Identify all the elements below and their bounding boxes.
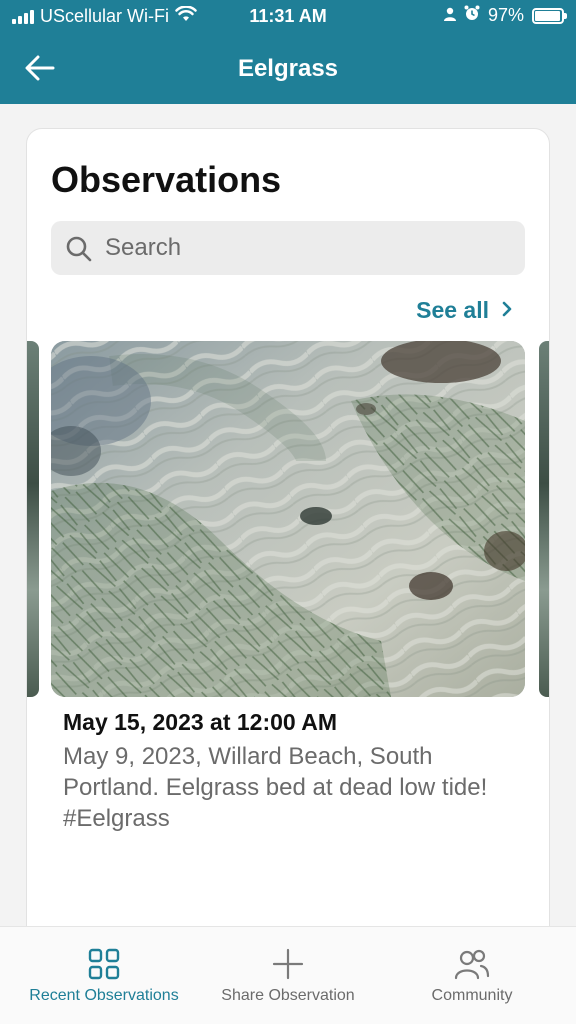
status-bar: UScellular Wi-Fi 11:31 AM 97% bbox=[0, 0, 576, 34]
battery-icon bbox=[532, 7, 567, 24]
battery-fill bbox=[535, 10, 561, 21]
tab-recent-observations[interactable]: Recent Observations bbox=[0, 927, 208, 1024]
observation-photo[interactable] bbox=[51, 341, 525, 697]
tab-share-observation[interactable]: Share Observation bbox=[188, 927, 388, 1024]
person-icon bbox=[443, 5, 456, 26]
page-title: Eelgrass bbox=[237, 55, 339, 82]
previous-photo-peek[interactable] bbox=[27, 341, 39, 697]
tab-label-share: Share Observation bbox=[221, 987, 355, 1004]
chevron-right-icon bbox=[501, 297, 513, 324]
section-title: Observations bbox=[51, 159, 282, 200]
plus-icon bbox=[272, 947, 304, 981]
tab-label-community: Community bbox=[431, 987, 513, 1004]
tab-community[interactable]: Community bbox=[384, 927, 560, 1024]
next-photo-peek[interactable] bbox=[539, 341, 549, 697]
search-input[interactable] bbox=[105, 221, 505, 275]
app-bar: Eelgrass bbox=[0, 34, 576, 104]
search-bar[interactable] bbox=[51, 221, 525, 275]
observation-carousel[interactable] bbox=[27, 341, 549, 697]
alarm-icon bbox=[464, 5, 480, 26]
search-icon bbox=[65, 235, 93, 268]
grid-icon bbox=[88, 947, 120, 981]
see-all-label: See all bbox=[416, 297, 489, 323]
users-icon bbox=[454, 947, 490, 981]
battery-percent: 97% bbox=[487, 5, 524, 25]
bottom-tab-bar: Recent Observations Share Observation Co… bbox=[0, 926, 576, 1024]
observation-description: May 9, 2023, Willard Beach, South Portla… bbox=[63, 743, 488, 832]
see-all-link[interactable]: See all bbox=[416, 297, 513, 324]
tab-label-recent: Recent Observations bbox=[29, 987, 179, 1004]
observation-date: May 15, 2023 at 12:00 AM bbox=[63, 709, 338, 735]
status-right: 97% bbox=[443, 5, 567, 26]
observations-card: Observations See all bbox=[26, 128, 550, 958]
eelgrass-photo-image bbox=[51, 341, 525, 697]
